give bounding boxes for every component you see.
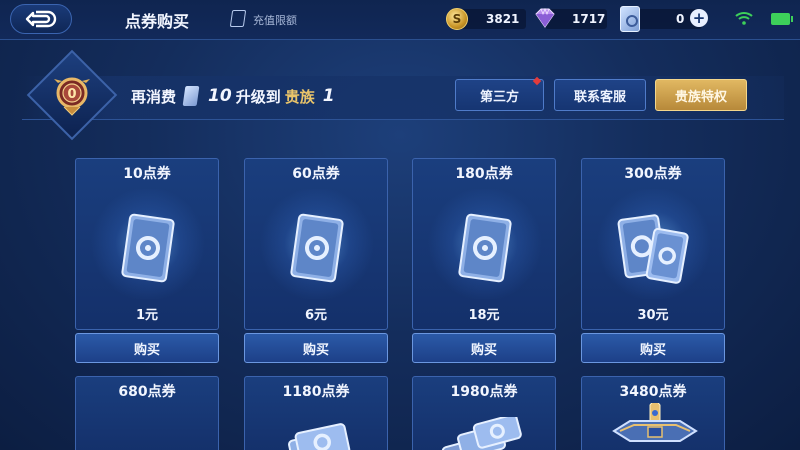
vip-badge-level: 0 [67, 87, 76, 102]
package-price: 6元 [304, 308, 328, 323]
package-title: 300点券 [624, 166, 682, 182]
noble-privileges-button[interactable]: 贵族特权 [655, 79, 747, 111]
top-bar: 点券购买 充值限额 S 3821 1717 0 + [0, 0, 800, 40]
package-card-680[interactable]: 680点券 [75, 376, 219, 450]
voucher-card-icon [121, 213, 175, 283]
package-card-3480[interactable]: 3480点券 [581, 376, 725, 450]
package-title: 60点券 [292, 166, 340, 182]
buy-button-10[interactable]: 购买 [75, 333, 219, 363]
vip-upgrade-text: 再消费 10 升级到 贵族 1 [131, 85, 339, 107]
wifi-icon [735, 12, 753, 25]
package-card-1180[interactable]: 1180点券 [244, 376, 388, 450]
vip-prefix: 再消费 [131, 87, 177, 106]
voucher-stack-icon [288, 423, 351, 450]
back-arrow-icon [25, 10, 57, 28]
voucher-value: 0 [676, 12, 685, 26]
notification-dot [532, 76, 542, 86]
package-title: 680点券 [118, 384, 176, 400]
package-title: 3480点券 [619, 384, 687, 400]
recharge-limit-label[interactable]: 充值限额 [253, 12, 297, 28]
double-voucher-icon [617, 214, 689, 284]
voucher-card-icon [458, 213, 512, 283]
recharge-limit-icon[interactable] [229, 10, 247, 27]
package-price: 30元 [637, 308, 669, 323]
buy-button-300[interactable]: 购买 [581, 333, 725, 363]
package-card-60[interactable]: 60点券 6元 [244, 158, 388, 330]
package-card-300[interactable]: 300点券 30元 [581, 158, 725, 330]
voucher-counter: 0 [676, 8, 684, 30]
third-party-label: 第三方 [479, 89, 519, 105]
noble-privileges-label: 贵族特权 [674, 89, 727, 105]
gold-coin-icon: S [446, 8, 468, 30]
package-price: 18元 [468, 308, 500, 323]
contact-support-label: 联系客服 [573, 89, 626, 105]
vip-amount: 10 [208, 86, 232, 106]
buy-button-180[interactable]: 购买 [412, 333, 556, 363]
package-title: 1980点券 [450, 384, 518, 400]
vip-upgrade-to: 升级到 [235, 87, 281, 106]
diamond-value: 1717 [572, 12, 606, 26]
vip-voucher-icon [182, 86, 200, 106]
back-button[interactable] [10, 4, 72, 34]
voucher-icon [620, 6, 640, 32]
coin-counter: 3821 [486, 8, 519, 30]
package-title: 1180点券 [282, 384, 350, 400]
diamond-counter: 1717 [572, 8, 605, 30]
vip-noble-level: 1 [322, 86, 335, 106]
noble-medal-icon: 0 [54, 77, 90, 116]
package-title: 10点券 [123, 166, 171, 182]
vip-noble-label: 贵族 [284, 87, 315, 106]
contact-support-button[interactable]: 联系客服 [554, 79, 646, 111]
package-card-180[interactable]: 180点券 18元 [412, 158, 556, 330]
page-title: 点券购买 [125, 12, 190, 31]
package-price: 1元 [135, 308, 159, 323]
add-vouchers-button[interactable]: + [690, 9, 708, 27]
voucher-pile-icon [441, 417, 522, 450]
voucher-card-icon [290, 213, 344, 283]
coin-value: 3821 [486, 12, 520, 26]
vip-badge[interactable]: 0 [22, 49, 132, 167]
package-card-10[interactable]: 10点券 1元 [75, 158, 219, 330]
buy-button-60[interactable]: 购买 [244, 333, 388, 363]
package-card-1980[interactable]: 1980点券 [412, 376, 556, 450]
treasure-chest-icon [612, 403, 698, 442]
battery-icon [771, 13, 793, 25]
diamond-icon [535, 7, 555, 28]
third-party-button[interactable]: 第三方 [455, 76, 544, 111]
package-title: 180点券 [455, 166, 513, 182]
